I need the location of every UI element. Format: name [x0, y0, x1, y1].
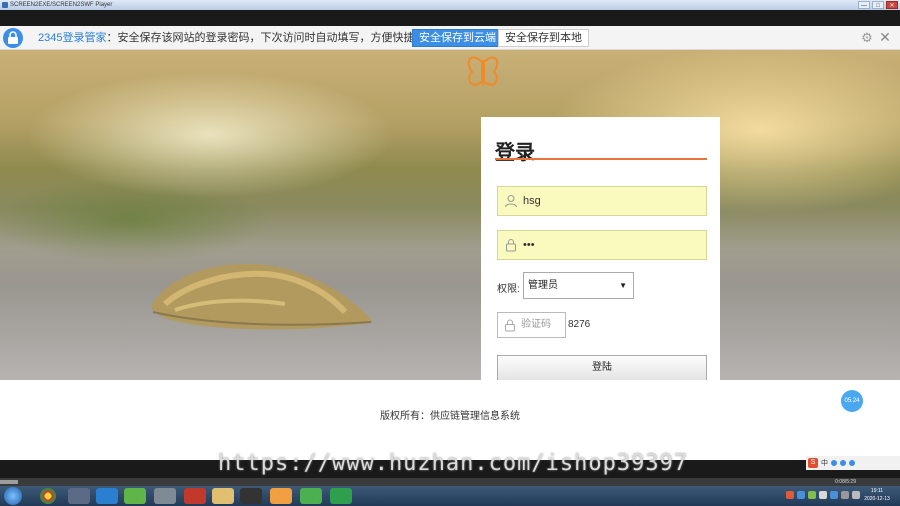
user-icon	[505, 195, 517, 208]
player-progress-fill	[0, 480, 18, 484]
butterfly-logo	[467, 56, 499, 86]
ie-icon[interactable]	[96, 488, 118, 504]
role-select[interactable]: 管理员 ▼	[523, 272, 634, 299]
ime-settings-icon[interactable]	[831, 460, 837, 466]
app-icon-9[interactable]	[270, 488, 292, 504]
taskbar-clock[interactable]: 19:11 2020-12-13	[860, 487, 894, 503]
login-title: 登录	[495, 140, 535, 164]
ime-logo-icon: S	[808, 458, 818, 468]
tray-icon-2[interactable]	[797, 491, 805, 499]
screen: SCREEN2EXE/SCREEN2SWF Player — □ ✕ 2345登…	[0, 0, 900, 506]
ime-voice-icon[interactable]	[840, 460, 846, 466]
app-icon-4[interactable]	[124, 488, 146, 504]
watermark-text: https://www.huzhan.com/ishop39397	[218, 451, 689, 476]
page-footer: 版权所有：供应链管理信息系统 05.24	[0, 380, 900, 460]
tray-icon-1[interactable]	[786, 491, 794, 499]
close-icon[interactable]: ✕	[878, 30, 892, 44]
save-to-cloud-button[interactable]: 安全保存到云端	[412, 29, 503, 47]
copyright-text: 版权所有：供应链管理信息系统	[380, 411, 520, 422]
tray-icon-4[interactable]	[819, 491, 827, 499]
clock-time: 19:11	[870, 488, 884, 494]
captcha-code[interactable]: 8276	[568, 319, 590, 330]
network-icon[interactable]	[852, 491, 860, 499]
app-icon-2[interactable]	[68, 488, 90, 504]
password-manager-message: 2345登录管家：安全保存该网站的登录密码，下次访问时自动填写，方便快捷。	[38, 26, 425, 50]
qq-icon[interactable]	[240, 488, 262, 504]
volume-icon[interactable]	[841, 491, 849, 499]
close-window-button[interactable]: ✕	[886, 1, 898, 9]
taskbar: 19:11 2020-12-13	[0, 486, 900, 506]
window-title: SCREEN2EXE/SCREEN2SWF Player	[10, 2, 113, 8]
player-timecode: 0:08/5:29	[835, 479, 856, 485]
password-manager-bar: 2345登录管家：安全保存该网站的登录密码，下次访问时自动填写，方便快捷。 安全…	[0, 26, 900, 50]
gear-icon[interactable]: ⚙	[860, 31, 874, 45]
maximize-button[interactable]: □	[872, 1, 884, 9]
app-icon	[2, 2, 8, 8]
ime-keyboard-icon[interactable]	[849, 460, 855, 466]
captcha-input[interactable]: 验证码	[497, 312, 566, 338]
player-progress-bar[interactable]: 0:08/5:29	[0, 478, 900, 486]
system-tray	[786, 491, 860, 499]
folder-icon[interactable]	[212, 488, 234, 504]
password-manager-brand[interactable]: 2345登录管家	[38, 32, 106, 44]
window-controls: — □ ✕	[858, 0, 898, 10]
floating-badge[interactable]: 05.24	[841, 390, 863, 412]
app-icon-5[interactable]	[154, 488, 176, 504]
username-field[interactable]: hsg	[497, 186, 707, 216]
username-value: hsg	[523, 195, 541, 207]
captcha-placeholder: 验证码	[521, 319, 551, 330]
save-to-local-button[interactable]: 安全保存到本地	[498, 29, 589, 47]
clock-date: 2020-12-13	[864, 496, 890, 502]
login-panel: 登录 hsg ••• 权限: 管理员 ▼ 验证码 8276 登陆	[481, 117, 720, 381]
password-lock-icon	[506, 239, 516, 252]
wechat-icon[interactable]	[300, 488, 322, 504]
flash-icon[interactable]	[184, 488, 206, 504]
title-divider	[495, 158, 707, 160]
captcha-lock-icon	[505, 319, 515, 332]
ime-mode[interactable]: 中	[821, 458, 828, 468]
leaf-image	[151, 263, 373, 330]
chrome-icon[interactable]	[40, 488, 56, 504]
hero-background	[0, 50, 900, 380]
start-button-icon[interactable]	[4, 487, 22, 505]
password-field[interactable]: •••	[497, 230, 707, 260]
dropdown-arrow-icon: ▼	[619, 281, 627, 290]
role-label: 权限:	[497, 284, 520, 295]
role-selected-value: 管理员	[528, 280, 558, 291]
login-button[interactable]: 登陆	[497, 355, 707, 381]
app-icon-11[interactable]	[330, 488, 352, 504]
password-manager-text: ：安全保存该网站的登录密码，下次访问时自动填写，方便快捷。	[106, 32, 426, 44]
minimize-button[interactable]: —	[858, 1, 870, 9]
tray-icon-5[interactable]	[830, 491, 838, 499]
ime-toolbar[interactable]: S 中	[806, 456, 900, 470]
window-title-bar: SCREEN2EXE/SCREEN2SWF Player — □ ✕	[0, 0, 900, 10]
lock-icon	[3, 28, 23, 48]
password-value: •••	[523, 239, 535, 251]
tray-icon-3[interactable]	[808, 491, 816, 499]
